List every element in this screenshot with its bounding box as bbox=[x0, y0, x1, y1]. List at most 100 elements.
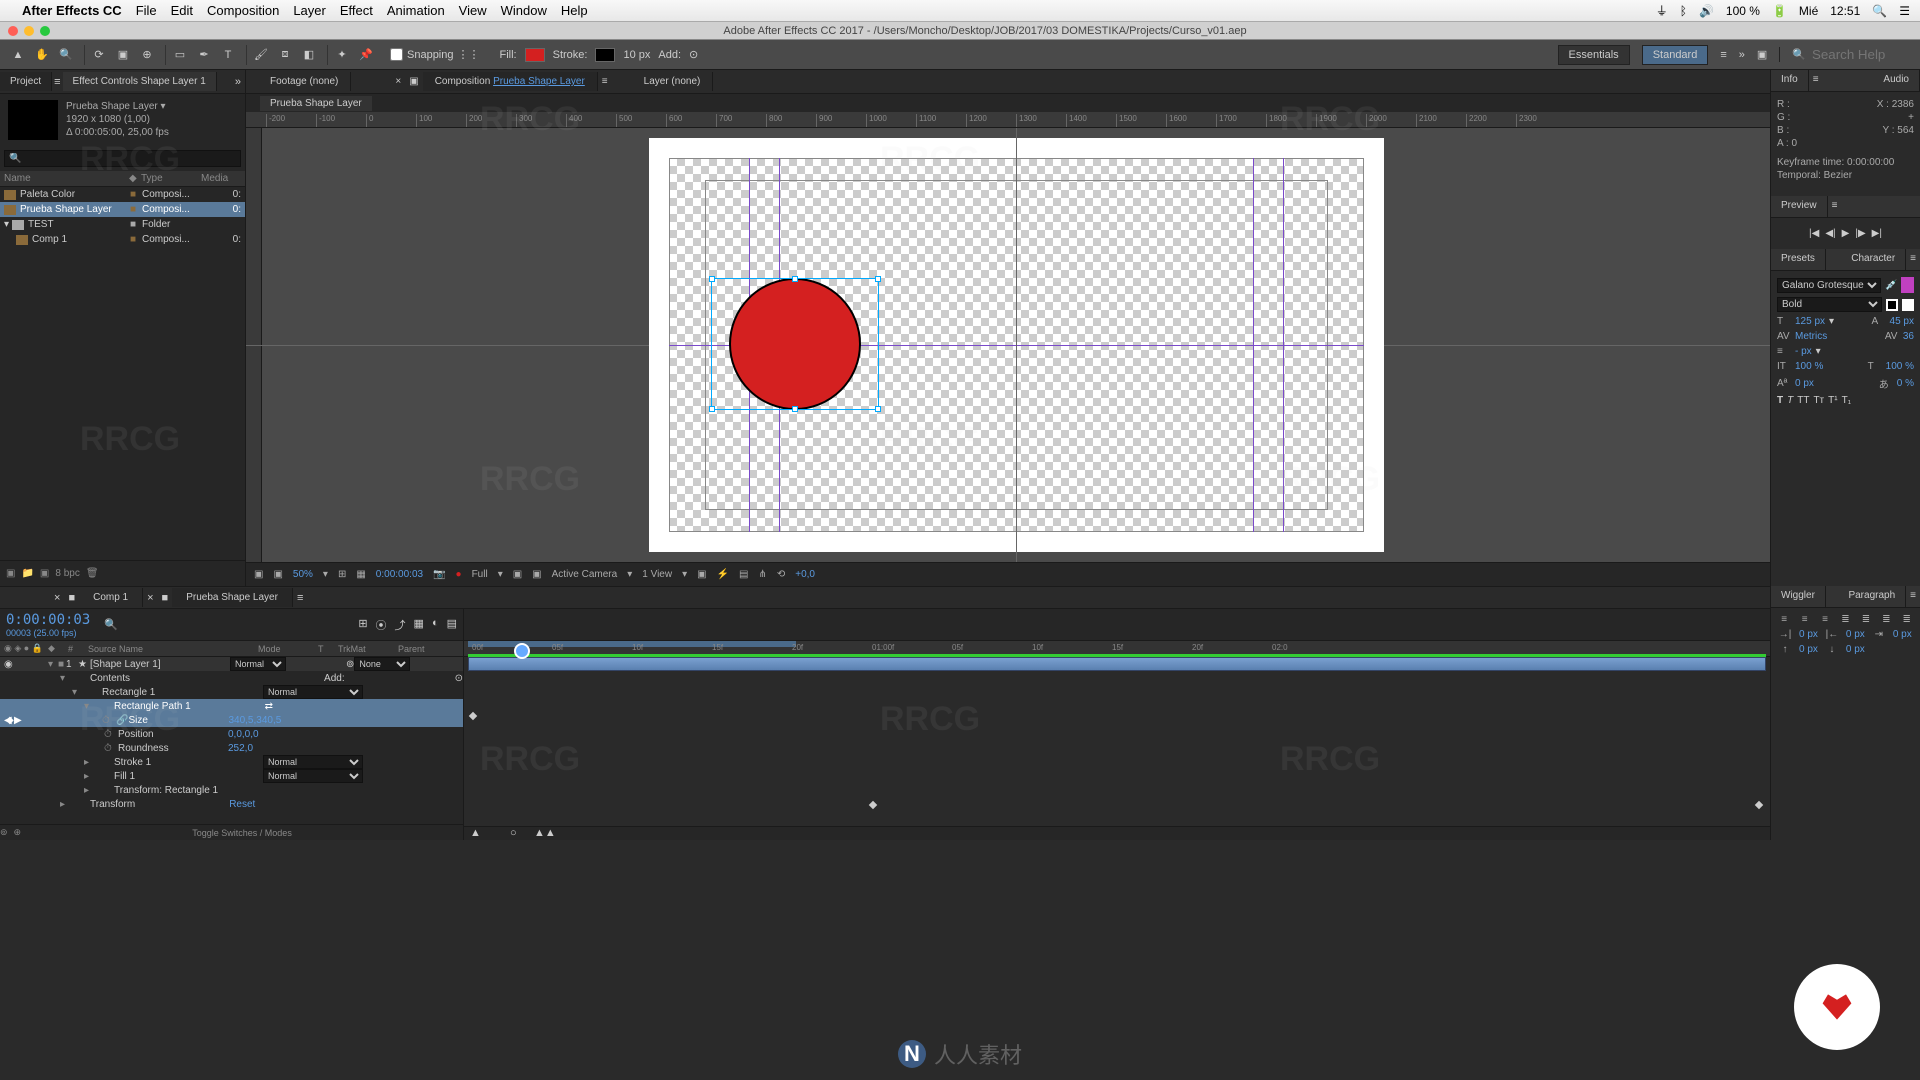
menu-animation[interactable]: Animation bbox=[387, 3, 445, 18]
pen-tool[interactable]: ✒ bbox=[194, 45, 214, 65]
reset-button[interactable]: Reset bbox=[229, 799, 255, 810]
swap-colors-icon[interactable] bbox=[1902, 299, 1914, 311]
text-stroke-swatch[interactable] bbox=[1886, 299, 1898, 311]
parent-select[interactable]: None bbox=[354, 657, 410, 671]
prop-fill[interactable]: ▸ Fill 1 Normal bbox=[0, 769, 463, 783]
prop-position[interactable]: ⏱ Position 0,0,0,0 bbox=[0, 727, 463, 741]
project-item-folder[interactable]: ▾TEST ■Folder bbox=[0, 217, 245, 232]
menubar-volume-icon[interactable]: 🔊 bbox=[1699, 4, 1714, 18]
menu-help[interactable]: Help bbox=[561, 3, 588, 18]
workspace-reset-icon[interactable]: ▣ bbox=[1757, 48, 1767, 61]
prop-roundness[interactable]: ⏱ Roundness 252,0 bbox=[0, 741, 463, 755]
new-folder-icon[interactable]: 📁 bbox=[21, 568, 33, 579]
grid-icon[interactable]: ▦ bbox=[356, 569, 365, 580]
timeline-icon[interactable]: ▤ bbox=[739, 569, 748, 580]
tab-composition[interactable]: Composition Prueba Shape Layer bbox=[423, 72, 598, 91]
menu-effect[interactable]: Effect bbox=[340, 3, 373, 18]
tracking[interactable]: 36 bbox=[1903, 331, 1914, 342]
region-icon[interactable]: ▣ bbox=[532, 569, 541, 580]
rect-mode[interactable]: Normal bbox=[263, 685, 363, 699]
last-frame-icon[interactable]: ▶| bbox=[1872, 228, 1882, 239]
indent-right[interactable]: 0 px bbox=[1846, 629, 1865, 640]
puppet-tool[interactable]: 📌 bbox=[356, 45, 376, 65]
project-item[interactable]: Prueba Shape Layer ■Composi...0: bbox=[0, 202, 245, 217]
resolution-select[interactable]: Full bbox=[472, 569, 488, 580]
align-right-icon[interactable]: ≡ bbox=[1818, 614, 1832, 625]
prop-transform-rect[interactable]: ▸ Transform: Rectangle 1 bbox=[0, 783, 463, 797]
font-family[interactable]: Galano Grotesque bbox=[1777, 278, 1881, 293]
tab-effect-controls[interactable]: Effect Controls Shape Layer 1 bbox=[63, 72, 217, 91]
tab-info[interactable]: Info bbox=[1771, 70, 1809, 91]
fill-mode[interactable]: Normal bbox=[263, 769, 363, 783]
col-name[interactable]: Name bbox=[4, 173, 129, 184]
workspace-essentials[interactable]: Essentials bbox=[1558, 45, 1630, 65]
menubar-time[interactable]: 12:51 bbox=[1830, 4, 1860, 18]
frame-blend-icon[interactable]: ▦ bbox=[414, 617, 424, 633]
selection-tool[interactable]: ▲ bbox=[8, 45, 28, 65]
align-center-icon[interactable]: ≡ bbox=[1797, 614, 1811, 625]
interpret-icon[interactable]: ▣ bbox=[6, 568, 15, 579]
justify-left-icon[interactable]: ≣ bbox=[1838, 614, 1852, 625]
tab-wiggler[interactable]: Wiggler bbox=[1771, 586, 1826, 607]
project-item[interactable]: Comp 1 ■Composi...0: bbox=[0, 232, 245, 247]
prev-frame-icon[interactable]: ◀| bbox=[1825, 228, 1835, 239]
comp-name[interactable]: Prueba Shape Layer ▾ bbox=[66, 100, 169, 113]
timeline-tracks[interactable]: ▲ ○ ▲▲ bbox=[464, 657, 1770, 840]
menubar-bluetooth-icon[interactable]: ᛒ bbox=[1680, 4, 1687, 18]
tab-preview[interactable]: Preview bbox=[1771, 196, 1828, 217]
prop-transform[interactable]: ▸ Transform Reset bbox=[0, 797, 463, 811]
project-search[interactable] bbox=[4, 150, 241, 167]
prop-contents[interactable]: ▾ Contents Add:⊙ bbox=[0, 671, 463, 685]
stroke-width-text[interactable]: - px bbox=[1795, 346, 1812, 357]
search-layers-icon[interactable]: 🔍 bbox=[104, 618, 118, 631]
zoom-level[interactable]: 50% bbox=[293, 569, 313, 580]
layer-bar[interactable] bbox=[468, 657, 1766, 671]
camera-tool[interactable]: ▣ bbox=[113, 45, 133, 65]
camera-select[interactable]: Active Camera bbox=[552, 569, 618, 580]
workspace-more-icon[interactable]: » bbox=[1739, 49, 1745, 61]
play-icon[interactable]: ▶ bbox=[1842, 228, 1850, 239]
snap-opt-icon[interactable]: ⋮⋮ bbox=[458, 48, 480, 61]
selection-bounds[interactable] bbox=[711, 278, 879, 410]
rotate-tool[interactable]: ⟳ bbox=[89, 45, 109, 65]
keyframe-icon[interactable] bbox=[869, 801, 877, 809]
font-weight[interactable]: Bold bbox=[1777, 297, 1882, 312]
toggle-switches[interactable]: Toggle Switches / Modes bbox=[192, 828, 292, 838]
tsume[interactable]: 0 % bbox=[1897, 378, 1914, 389]
prop-stroke[interactable]: ▸ Stroke 1 Normal bbox=[0, 755, 463, 769]
prop-rectpath[interactable]: ▾ Rectangle Path 1 ⇄ bbox=[0, 699, 463, 713]
project-list[interactable]: Paleta Color ■Composi...0: Prueba Shape … bbox=[0, 187, 245, 560]
motion-blur-icon[interactable]: ◐ bbox=[432, 617, 439, 633]
timeline-time[interactable]: 0:00:00:03 bbox=[6, 612, 90, 628]
justify-center-icon[interactable]: ≣ bbox=[1859, 614, 1873, 625]
workspace-menu-icon[interactable]: ≡ bbox=[1720, 49, 1726, 61]
leading[interactable]: 45 px bbox=[1890, 316, 1914, 327]
tab-character[interactable]: Character bbox=[1841, 249, 1906, 270]
transparency-icon[interactable]: ▣ bbox=[513, 569, 522, 580]
first-frame-icon[interactable]: |◀ bbox=[1809, 228, 1819, 239]
menubar-battery[interactable]: 100 % bbox=[1726, 4, 1760, 18]
space-after[interactable]: 0 px bbox=[1846, 644, 1865, 655]
timeline-tab-comp1[interactable]: Comp 1 bbox=[79, 588, 143, 607]
reset-exp-icon[interactable]: ⟲ bbox=[777, 569, 785, 580]
menu-composition[interactable]: Composition bbox=[207, 3, 279, 18]
viewer-toggle-icon[interactable]: ▣ bbox=[254, 569, 263, 580]
col-media[interactable]: Media bbox=[201, 173, 228, 184]
size-value[interactable]: 340,5,340,5 bbox=[228, 715, 281, 726]
eyedropper-icon[interactable]: 💉 bbox=[1885, 280, 1897, 291]
tab-audio[interactable]: Audio bbox=[1873, 70, 1920, 91]
roto-tool[interactable]: ✦ bbox=[332, 45, 352, 65]
tl-opt1-icon[interactable]: ⊞ bbox=[358, 617, 367, 633]
justify-all-icon[interactable]: ≣ bbox=[1900, 614, 1914, 625]
tl-footer-icon1[interactable]: ⊚ bbox=[0, 827, 8, 838]
type-tool[interactable]: T bbox=[218, 45, 238, 65]
tab-layer[interactable]: Layer (none) bbox=[632, 72, 714, 91]
timeline-zoom-slider[interactable]: ▲ ○ ▲▲ bbox=[464, 826, 1770, 840]
justify-right-icon[interactable]: ≣ bbox=[1879, 614, 1893, 625]
prop-size[interactable]: ◀◆▶ ⏱🔗 Size 340,5,340,5 bbox=[0, 713, 463, 727]
smallcaps-icon[interactable]: Tᴛ bbox=[1813, 395, 1824, 406]
shy-icon[interactable]: ⤴ bbox=[395, 617, 406, 633]
playhead[interactable] bbox=[514, 643, 530, 659]
tl-opt2-icon[interactable]: ⦿ bbox=[376, 617, 387, 633]
window-close[interactable] bbox=[8, 26, 18, 36]
